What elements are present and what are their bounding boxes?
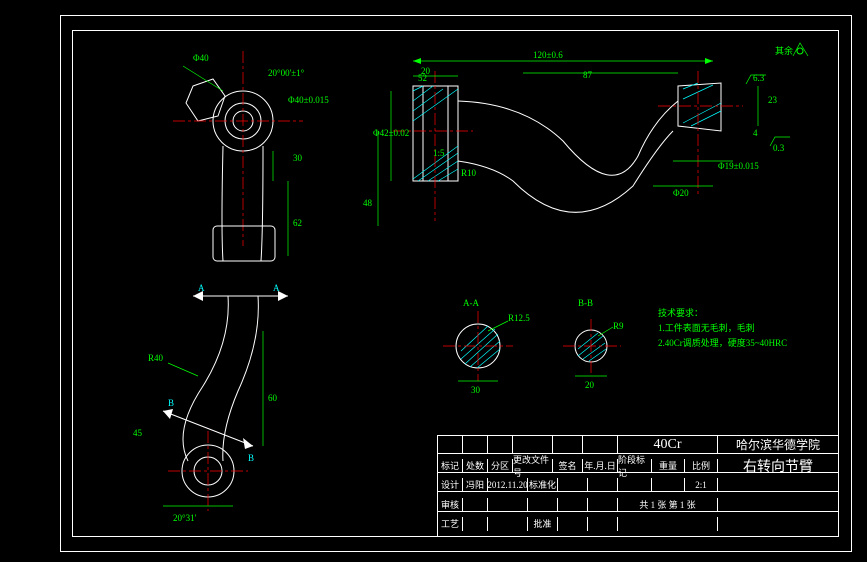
section-bb: B-B R9 20: [563, 298, 624, 390]
dim-ang-bot: 20°31': [173, 513, 197, 523]
school: 哈尔滨华德学院: [718, 436, 838, 454]
drawing-title: 右转向节臂: [718, 459, 838, 473]
dim-30-l: 30: [293, 153, 303, 163]
inner-frame: A A B B Φ40 20°00'±1° Φ40±0.015 30 62 R4…: [72, 30, 839, 537]
scale-val: 2:1: [685, 478, 718, 492]
note2: 2.40Cr调质处理，硬度35~40HRC: [658, 337, 787, 348]
r-process: 工艺: [438, 517, 463, 531]
r-date: 2012.11.20: [488, 478, 528, 492]
dim-60: 60: [268, 393, 278, 403]
dim-r9: R9: [613, 321, 624, 331]
dim-63: 6.3: [753, 73, 765, 83]
dim-48: 48: [363, 198, 373, 208]
note1: 1.工件表面无毛刺，毛刺: [658, 322, 755, 333]
dim-dia40: Φ40: [193, 53, 209, 63]
h-scale: 比例: [685, 459, 718, 473]
dim-angle-top: 20°00'±1°: [268, 68, 305, 78]
material: 40Cr: [618, 436, 718, 454]
notes-header: 技术要求：: [658, 307, 703, 318]
sheets: 共 1 张 第 1 张: [618, 498, 718, 512]
h-weight: 重量: [652, 459, 685, 473]
label-bb: B-B: [578, 298, 593, 308]
dim-20-bb: 20: [585, 380, 595, 390]
dim-45: 45: [133, 428, 143, 438]
dim-4: 4: [753, 128, 758, 138]
r-check: 审核: [438, 498, 463, 512]
tech-notes: 技术要求： 1.工件表面无毛刺，毛刺 2.40Cr调质处理，硬度35~40HRC: [658, 307, 787, 348]
r-std: 标准化: [528, 478, 558, 492]
h-sign: 签名: [553, 459, 583, 473]
title-block: 40Cr 哈尔滨华德学院 标记 处数 分区 更改文件号 签名 年.月.日 阶段标…: [437, 435, 838, 536]
r-design: 设计: [438, 478, 463, 492]
h-mark: 标记: [438, 459, 463, 473]
dim-20r: 20: [421, 66, 431, 76]
dim-62: 62: [293, 218, 302, 228]
sec-a-left: A: [198, 283, 205, 293]
label-aa: A-A: [463, 298, 479, 308]
dim-taper: 1:5: [433, 148, 445, 158]
right-view: 120±0.6 52: [363, 43, 808, 226]
dim-dia19: Φ19±0.015: [718, 161, 759, 171]
dim-r40: R40: [148, 353, 164, 363]
dim-r10: R10: [461, 168, 477, 178]
h-stage: 阶段标记: [618, 459, 652, 473]
dim-tol1: Φ40±0.015: [288, 95, 329, 105]
dim-r125: R12.5: [508, 313, 530, 323]
dim-87: 87: [583, 70, 593, 80]
r-approve: 批准: [528, 517, 558, 531]
dim-23-r: 23: [768, 95, 778, 105]
dim-dia20: Φ20: [673, 188, 689, 198]
h-date: 年.月.日: [583, 459, 618, 473]
dim-120: 120±0.6: [533, 50, 563, 60]
dim-30-aa: 30: [471, 385, 481, 395]
r-design-name: 冯阳: [463, 478, 488, 492]
h-doc: 更改文件号: [513, 459, 553, 473]
section-aa: A-A R12.5 30: [443, 298, 530, 395]
left-view: A A B B Φ40 20°00'±1° Φ40±0.015 30 62 R4…: [133, 51, 329, 523]
sec-a-right: A: [273, 283, 280, 293]
h-count: 处数: [463, 459, 488, 473]
h-zone: 分区: [488, 459, 513, 473]
dim-03: 0.3: [773, 143, 785, 153]
surf-rest: 其余: [775, 45, 793, 56]
sec-b-top: B: [168, 398, 174, 408]
sec-b-bot: B: [248, 453, 254, 463]
